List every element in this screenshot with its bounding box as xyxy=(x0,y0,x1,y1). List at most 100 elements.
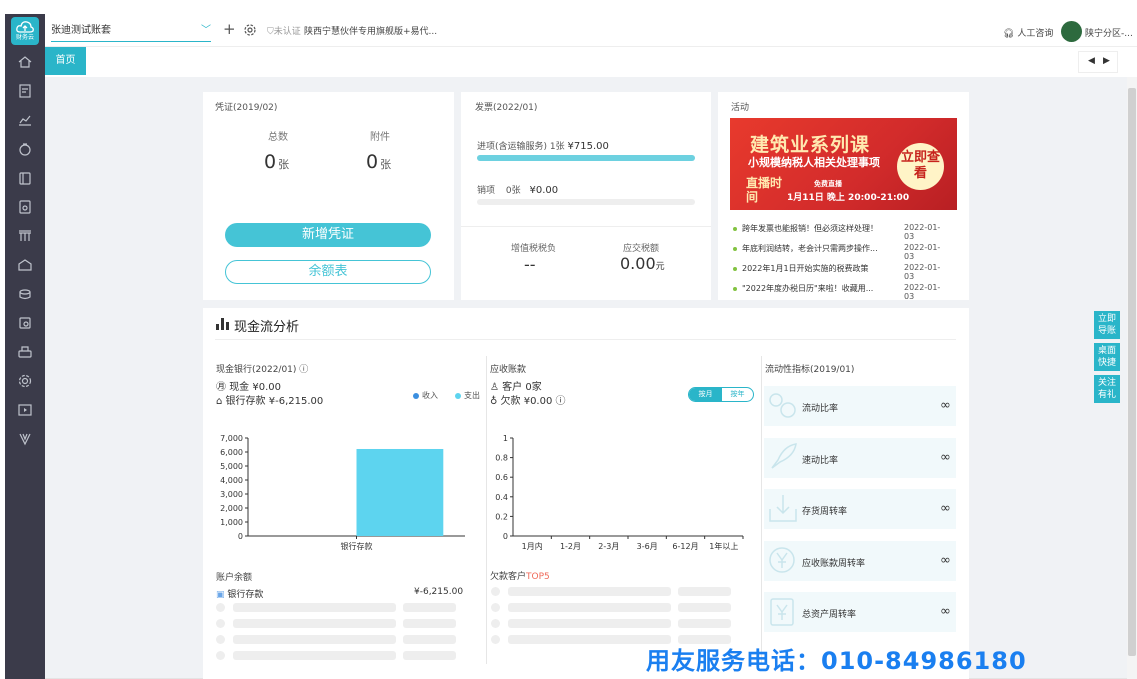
ratio-card-current[interactable]: 流动比率 ∞ xyxy=(764,386,956,426)
balance-sheet-button[interactable]: 余额表 xyxy=(225,260,431,284)
balance-row: ▣ 银行存款 xyxy=(216,587,263,600)
banner-live-label: 直播时间 xyxy=(746,176,783,204)
scrollbar-thumb[interactable] xyxy=(1128,88,1136,656)
news-text: 2022年1月1日开始实施的税费政策 xyxy=(742,264,869,273)
print-icon[interactable] xyxy=(17,344,33,360)
tax-payable-value: 0.00元 xyxy=(620,254,665,273)
tax-payable-unit: 元 xyxy=(655,262,665,272)
placeholder xyxy=(678,587,731,596)
top-bar: 张迪测试账套 ﹀ + ⛉未认证 陕西宁慧伙伴专用旗舰版+易代... 🎧︎ 人工咨… xyxy=(45,14,1137,47)
invoice-icon[interactable] xyxy=(17,141,33,157)
help-icon[interactable]: ⓘ xyxy=(299,365,308,375)
invoice-out-count: 0张 xyxy=(505,186,521,196)
cert-status[interactable]: ⛉未认证 xyxy=(267,24,301,37)
divider xyxy=(215,339,956,340)
news-item[interactable]: "2022年度办税日历"来啦！收藏用... 2022-01-03 xyxy=(733,283,949,301)
caret-right-icon[interactable]: ▶ xyxy=(1103,56,1110,66)
ratio-value: ∞ xyxy=(940,450,951,465)
y-tick-label: 0.8 xyxy=(495,454,508,463)
bullet xyxy=(733,267,737,271)
y-tick-label: 0.4 xyxy=(495,493,508,502)
invoice-card xyxy=(461,92,711,300)
cert-status-label: 未认证 xyxy=(273,27,301,37)
gear-icon[interactable] xyxy=(243,23,257,37)
vip-icon[interactable] xyxy=(17,431,33,447)
toggle-year[interactable]: 按年 xyxy=(722,388,753,401)
placeholder xyxy=(491,635,500,644)
y-tick-label: 1 xyxy=(503,434,508,443)
banner-cta[interactable]: 立即查看 xyxy=(897,143,944,190)
bank-icon: ⌂ xyxy=(216,396,223,407)
placeholder xyxy=(216,619,225,628)
follow-gift-button[interactable]: 关注有礼 xyxy=(1094,375,1120,403)
salary-icon[interactable] xyxy=(17,286,33,302)
legend-expense[interactable]: 支出 xyxy=(455,390,480,401)
desktop-shortcut-button[interactable]: 桌面快捷 xyxy=(1094,343,1120,371)
import-ledger-button[interactable]: 立即导账 xyxy=(1094,311,1120,339)
activity-title: 活动 xyxy=(731,103,750,113)
bar xyxy=(356,448,444,536)
app-logo[interactable]: 财务云 xyxy=(11,17,39,45)
placeholder xyxy=(508,603,671,612)
ratio-label: 流动比率 xyxy=(802,404,839,414)
invoice-in-count: 1张 xyxy=(549,142,565,152)
user-name[interactable]: 陕宁分区-... xyxy=(1085,26,1133,39)
period-toggle[interactable]: 按月 按年 xyxy=(688,387,754,402)
voucher-total-label: 总数 xyxy=(268,132,288,143)
y-tick-label: 0 xyxy=(238,532,243,541)
voucher-attach-value: 0张 xyxy=(366,151,391,173)
y-tick-label: 6,000 xyxy=(220,448,243,457)
legend-income[interactable]: 收入 xyxy=(413,390,438,401)
archive-icon[interactable] xyxy=(17,257,33,273)
asset-icon[interactable] xyxy=(17,228,33,244)
account-select[interactable]: 张迪测试账套 ﹀ xyxy=(51,22,211,42)
consult-button[interactable]: 🎧︎ 人工咨询 xyxy=(1003,26,1053,39)
toggle-month[interactable]: 按月 xyxy=(689,388,722,401)
company-name[interactable]: 陕西宁慧伙伴专用旗舰版+易代... xyxy=(304,24,437,37)
legend-income-label: 收入 xyxy=(422,391,438,400)
x-tick-label: 1-2月 xyxy=(560,542,581,551)
shield-icon: ⛉ xyxy=(267,27,274,37)
invoice-in-label: 进项(含运输服务) xyxy=(477,142,548,152)
home-icon[interactable] xyxy=(17,54,33,70)
activity-banner[interactable]: 建筑业系列课 小规模纳税人相关处理事项 直播时间 免费直播 1月11日 晚上 2… xyxy=(730,118,957,210)
tab-home[interactable]: 首页 xyxy=(45,47,86,75)
y-tick-label: 7,000 xyxy=(220,434,243,443)
placeholder xyxy=(491,587,500,596)
voucher-attach-label: 附件 xyxy=(370,132,390,143)
ratio-card-quick[interactable]: 速动比率 ∞ xyxy=(764,438,956,478)
news-date: 2022-01-03 xyxy=(904,283,941,301)
placeholder xyxy=(216,603,225,612)
tab-scroll-controls: ◀ ▶ xyxy=(1078,51,1118,73)
inventory-icon[interactable] xyxy=(17,315,33,331)
debt-value: ¥0.00 xyxy=(523,396,553,407)
chevron-down-icon: ﹀ xyxy=(201,25,211,36)
add-voucher-button[interactable]: 新增凭证 xyxy=(225,223,431,247)
ratio-card-inventory[interactable]: 存货周转率 ∞ xyxy=(764,489,956,529)
settings-icon[interactable] xyxy=(17,373,33,389)
ratio-card-assets[interactable]: 总资产周转率 ∞ xyxy=(764,592,956,632)
news-item[interactable]: 2022年1月1日开始实施的税费政策 2022-01-03 xyxy=(733,263,949,281)
help-icon[interactable]: ⓘ xyxy=(556,396,566,407)
sidebar: 财务云 xyxy=(5,14,45,679)
ledger-icon[interactable] xyxy=(17,170,33,186)
tax-payable-number: 0.00 xyxy=(620,254,656,273)
tax-icon[interactable] xyxy=(17,199,33,215)
voucher-total-value: 0张 xyxy=(264,151,289,173)
news-item[interactable]: 跨年发票也能报销！但必须这样处理！ 2022-01-03 xyxy=(733,223,949,241)
video-icon[interactable] xyxy=(17,402,33,418)
voucher-icon[interactable] xyxy=(17,83,33,99)
add-icon[interactable]: + xyxy=(223,20,236,38)
placeholder xyxy=(491,603,500,612)
receivable-aging-chart: 0 0.2 0.4 0.6 0.8 1 1月内 1-2月 2-3月 3-6月 6-12月 1年以上 xyxy=(495,434,744,551)
caret-left-icon[interactable]: ◀ xyxy=(1088,56,1095,66)
avatar[interactable] xyxy=(1061,21,1082,42)
x-tick-label: 1年以上 xyxy=(709,541,738,551)
news-item[interactable]: 年底利润结转，老会计只需两步操作... 2022-01-03 xyxy=(733,243,949,261)
ratio-card-receivable[interactable]: 应收账款周转率 ∞ xyxy=(764,541,956,581)
y-tick-label: 3,000 xyxy=(220,490,243,499)
report-icon[interactable] xyxy=(17,112,33,128)
column-divider xyxy=(761,356,762,664)
y-tick-label: 0 xyxy=(503,532,508,541)
cashflow-title: 现金流分析 xyxy=(234,320,300,335)
